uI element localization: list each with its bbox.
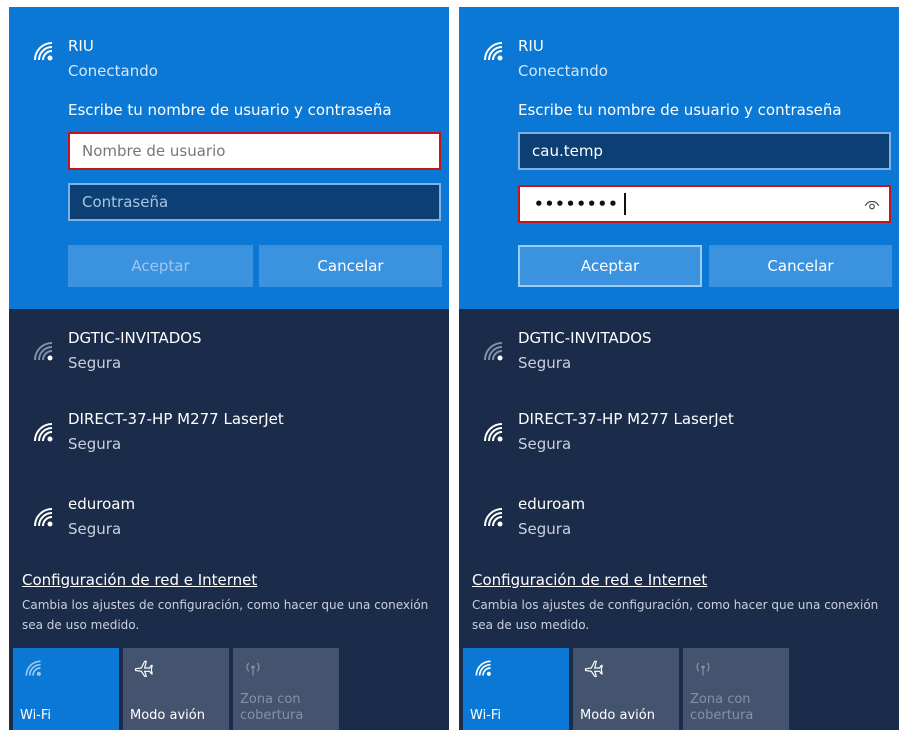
wifi-icon bbox=[481, 39, 505, 63]
list-item[interactable]: DGTIC-INVITADOS Segura bbox=[459, 325, 899, 385]
airplane-icon bbox=[133, 658, 153, 678]
wifi-icon bbox=[31, 505, 55, 529]
network-security: Segura bbox=[518, 435, 572, 453]
network-settings-description: Cambia los ajustes de configuración, com… bbox=[22, 598, 429, 632]
connecting-network-card[interactable]: RIU Conectando Escribe tu nombre de usua… bbox=[459, 7, 899, 309]
credentials-prompt: Escribe tu nombre de usuario y contraseñ… bbox=[68, 101, 392, 119]
quick-action-label: Modo avión bbox=[130, 708, 205, 723]
hotspot-icon bbox=[243, 658, 263, 678]
quick-action-wifi[interactable]: Wi-Fi bbox=[463, 648, 569, 730]
list-item[interactable]: eduroam Segura bbox=[9, 491, 449, 551]
network-security: Segura bbox=[518, 354, 572, 372]
network-ssid: DGTIC-INVITADOS bbox=[68, 329, 202, 347]
network-security: Segura bbox=[68, 435, 122, 453]
quick-action-label: Modo avión bbox=[580, 708, 655, 723]
quick-action-airplane-mode[interactable]: Modo avión bbox=[573, 648, 679, 730]
network-ssid: DIRECT-37-HP M277 LaserJet bbox=[68, 410, 284, 428]
quick-action-mobile-hotspot[interactable]: Zona con cobertura bbox=[683, 648, 789, 730]
wifi-flyout-right: RIU Conectando Escribe tu nombre de usua… bbox=[459, 7, 899, 730]
quick-action-label: Zona con cobertura bbox=[240, 692, 304, 723]
wifi-flyout-left: RIU Conectando Escribe tu nombre de usua… bbox=[9, 7, 449, 730]
list-item[interactable]: DIRECT-37-HP M277 LaserJet Segura bbox=[459, 406, 899, 466]
network-ssid: DGTIC-INVITADOS bbox=[518, 329, 652, 347]
network-ssid: DIRECT-37-HP M277 LaserJet bbox=[518, 410, 734, 428]
wifi-icon bbox=[31, 339, 55, 363]
reveal-password-icon[interactable] bbox=[863, 196, 881, 214]
credentials-prompt: Escribe tu nombre de usuario y contraseñ… bbox=[518, 101, 842, 119]
wifi-icon bbox=[481, 420, 505, 444]
username-field[interactable] bbox=[518, 132, 891, 170]
quick-action-label: Zona con cobertura bbox=[690, 692, 754, 723]
password-field[interactable]: •••••••• bbox=[518, 185, 891, 223]
list-item[interactable]: DGTIC-INVITADOS Segura bbox=[9, 325, 449, 385]
wifi-icon bbox=[31, 420, 55, 444]
password-field[interactable] bbox=[68, 183, 441, 221]
network-ssid: eduroam bbox=[518, 495, 586, 513]
wifi-icon bbox=[481, 339, 505, 363]
airplane-icon bbox=[583, 658, 603, 678]
quick-action-wifi[interactable]: Wi-Fi bbox=[13, 648, 119, 730]
network-settings-description: Cambia los ajustes de configuración, com… bbox=[472, 598, 879, 632]
wifi-icon bbox=[31, 39, 55, 63]
network-ssid: RIU bbox=[68, 37, 94, 55]
network-ssid: eduroam bbox=[68, 495, 136, 513]
password-mask: •••••••• bbox=[534, 195, 619, 213]
quick-action-mobile-hotspot[interactable]: Zona con cobertura bbox=[233, 648, 339, 730]
network-security: Segura bbox=[68, 354, 122, 372]
hotspot-icon bbox=[693, 658, 713, 678]
accept-button[interactable]: Aceptar bbox=[518, 245, 702, 287]
accept-button[interactable]: Aceptar bbox=[68, 245, 253, 287]
wifi-icon bbox=[481, 505, 505, 529]
list-item[interactable]: DIRECT-37-HP M277 LaserJet Segura bbox=[9, 406, 449, 466]
username-field[interactable] bbox=[68, 132, 441, 170]
quick-action-airplane-mode[interactable]: Modo avión bbox=[123, 648, 229, 730]
quick-action-label: Wi-Fi bbox=[470, 708, 502, 723]
connecting-network-card[interactable]: RIU Conectando Escribe tu nombre de usua… bbox=[9, 7, 449, 309]
network-ssid: RIU bbox=[518, 37, 544, 55]
text-caret bbox=[624, 193, 626, 215]
network-security: Segura bbox=[68, 520, 122, 538]
cancel-button[interactable]: Cancelar bbox=[259, 245, 442, 287]
wifi-icon bbox=[473, 658, 493, 678]
network-settings-link[interactable]: Configuración de red e Internet bbox=[22, 571, 257, 589]
network-status: Conectando bbox=[518, 62, 608, 80]
quick-action-label: Wi-Fi bbox=[20, 708, 52, 723]
list-item[interactable]: eduroam Segura bbox=[459, 491, 899, 551]
network-status: Conectando bbox=[68, 62, 158, 80]
network-settings-link[interactable]: Configuración de red e Internet bbox=[472, 571, 707, 589]
network-security: Segura bbox=[518, 520, 572, 538]
cancel-button[interactable]: Cancelar bbox=[709, 245, 892, 287]
wifi-icon bbox=[23, 658, 43, 678]
